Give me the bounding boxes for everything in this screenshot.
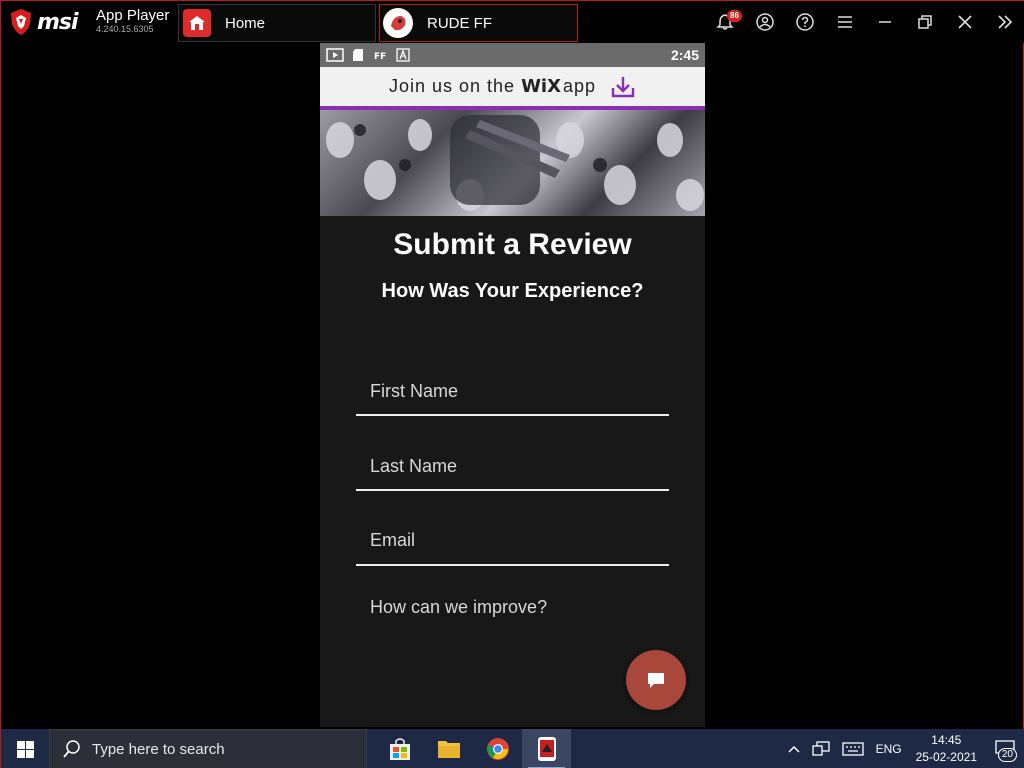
taskbar-clock[interactable]: 14:45 25-02-2021 xyxy=(908,732,985,766)
taskbar-app-player[interactable] xyxy=(522,729,571,768)
improve-textarea[interactable] xyxy=(356,591,669,661)
account-button[interactable] xyxy=(745,1,785,43)
action-center-count: 20 xyxy=(997,748,1017,762)
app-window: msi App Player 4.240.15.6305 Home RUDE F… xyxy=(0,0,1024,768)
tab-home-label: Home xyxy=(225,14,266,32)
screen-record-icon xyxy=(326,48,344,62)
hero-robot-image xyxy=(320,110,705,216)
taskbar-search[interactable] xyxy=(49,729,367,768)
show-hidden-icons-button[interactable] xyxy=(782,729,806,768)
font-a-icon xyxy=(396,48,410,62)
notification-badge: 86 xyxy=(727,10,742,22)
email-field xyxy=(356,517,669,566)
close-icon xyxy=(958,15,972,29)
minimize-button[interactable] xyxy=(865,1,905,43)
network-button[interactable] xyxy=(806,729,836,768)
msi-logo: msi xyxy=(9,7,79,37)
first-name-field xyxy=(356,368,669,416)
taskbar-chrome[interactable] xyxy=(473,729,522,768)
tab-rude-ff[interactable]: RUDE FF xyxy=(379,4,578,42)
start-button[interactable] xyxy=(1,729,49,768)
language-indicator[interactable]: ENG xyxy=(870,729,908,768)
chat-button[interactable] xyxy=(626,650,686,710)
folder-icon xyxy=(437,741,460,758)
app-version: 4.240.15.6305 xyxy=(96,24,154,34)
clock-time: 14:45 xyxy=(931,733,962,747)
chrome-icon xyxy=(486,738,509,760)
store-icon xyxy=(389,738,410,760)
home-icon xyxy=(183,9,211,37)
close-button[interactable] xyxy=(945,1,985,43)
chevron-up-icon xyxy=(788,745,800,753)
sd-card-icon xyxy=(353,49,363,61)
minimize-icon xyxy=(879,21,891,23)
taskbar-file-explorer[interactable] xyxy=(424,729,473,768)
sidebar-toggle-button[interactable] xyxy=(985,1,1024,43)
restore-button[interactable] xyxy=(905,1,945,43)
keyboard-button[interactable] xyxy=(836,729,870,768)
app-name: App Player xyxy=(96,7,170,24)
download-icon xyxy=(611,76,635,97)
clock-date: 25-02-2021 xyxy=(915,750,977,764)
system-tray: ENG 14:45 25-02-2021 20 xyxy=(782,729,1024,768)
email-input[interactable] xyxy=(356,517,669,563)
search-icon xyxy=(63,740,80,758)
improve-field xyxy=(356,591,669,671)
double-chevron-right-icon xyxy=(998,15,1013,29)
network-icon xyxy=(811,741,830,756)
restore-icon xyxy=(918,15,932,29)
page-title: Submit a Review xyxy=(393,228,632,261)
wix-app-banner[interactable]: Join us on the WiX app xyxy=(320,67,705,110)
wix-banner-suffix: app xyxy=(562,76,597,96)
msi-dragon-icon xyxy=(11,9,31,35)
help-button[interactable] xyxy=(785,1,825,43)
last-name-field xyxy=(356,443,669,491)
last-name-input[interactable] xyxy=(356,443,669,489)
window-controls: 86 xyxy=(705,1,1024,43)
action-center-button[interactable]: 20 xyxy=(985,729,1024,768)
tab-home[interactable]: Home xyxy=(178,4,376,42)
keyboard-icon xyxy=(841,742,864,756)
windows-taskbar: ENG 14:45 25-02-2021 20 xyxy=(1,729,1024,768)
title-bar: msi App Player 4.240.15.6305 Home RUDE F… xyxy=(1,1,1024,43)
app-player-icon xyxy=(537,737,556,761)
tab-rude-ff-label: RUDE FF xyxy=(427,14,492,32)
chat-bubble-icon xyxy=(648,673,664,688)
menu-button[interactable] xyxy=(825,1,865,43)
page-subtitle: How Was Your Experience? xyxy=(381,280,644,302)
android-status-bar: FF 2:45 xyxy=(320,43,705,67)
ff-game-icon: FF xyxy=(374,52,386,62)
notifications-button[interactable]: 86 xyxy=(705,1,745,43)
taskbar-search-input[interactable] xyxy=(92,740,352,758)
wix-logo: WiX xyxy=(521,76,561,97)
help-icon xyxy=(796,13,814,31)
svg-text:FF: FF xyxy=(374,52,386,62)
taskbar-store[interactable] xyxy=(375,729,424,768)
android-clock: 2:45 xyxy=(670,47,699,63)
hamburger-icon xyxy=(838,16,852,28)
wix-banner-prefix: Join us on the xyxy=(388,76,516,96)
user-circle-icon xyxy=(756,13,774,31)
windows-logo-icon xyxy=(16,740,34,758)
game-avatar-icon xyxy=(383,8,413,38)
first-name-input[interactable] xyxy=(356,368,669,414)
android-screen: FF 2:45 Join us on the WiX app Submit a … xyxy=(320,43,705,727)
